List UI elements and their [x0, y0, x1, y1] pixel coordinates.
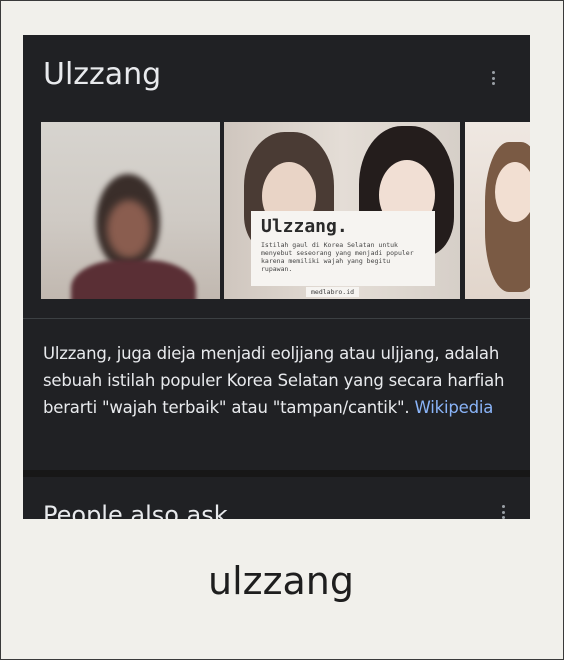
slide-frame: Ulzzang Ulzzang. Istilah gaul di Korea S… [0, 0, 564, 660]
article-caption-text: Istilah gaul di Korea Selatan untuk meny… [261, 241, 414, 273]
article-caption-card: Ulzzang. Istilah gaul di Korea Selatan u… [251, 211, 435, 286]
image-thumbnail-ulzzang-article[interactable]: Ulzzang. Istilah gaul di Korea Selatan u… [224, 122, 460, 299]
phone-screenshot: Ulzzang Ulzzang. Istilah gaul di Korea S… [23, 35, 530, 519]
image-carousel[interactable]: Ulzzang. Istilah gaul di Korea Selatan u… [41, 122, 530, 299]
section-separator [23, 470, 530, 477]
image-thumbnail-person-blurred[interactable] [41, 122, 220, 299]
vertical-dots-icon[interactable] [500, 505, 506, 519]
image-thumbnail-partial[interactable] [465, 122, 530, 299]
article-caption-headline: Ulzzang. [261, 216, 348, 237]
vertical-dots-icon[interactable] [490, 71, 496, 85]
people-also-ask-title: People also ask [43, 501, 228, 519]
knowledge-panel-title: Ulzzang [43, 57, 162, 92]
description-block: Ulzzang, juga dieja menjadi eoljjang ata… [43, 340, 518, 421]
article-caption-source: medlabro.id [306, 287, 360, 297]
divider [23, 318, 530, 319]
slide-caption: ulzzang [207, 559, 355, 603]
knowledge-panel-header: Ulzzang [23, 35, 530, 123]
wikipedia-link[interactable]: Wikipedia [415, 398, 494, 417]
